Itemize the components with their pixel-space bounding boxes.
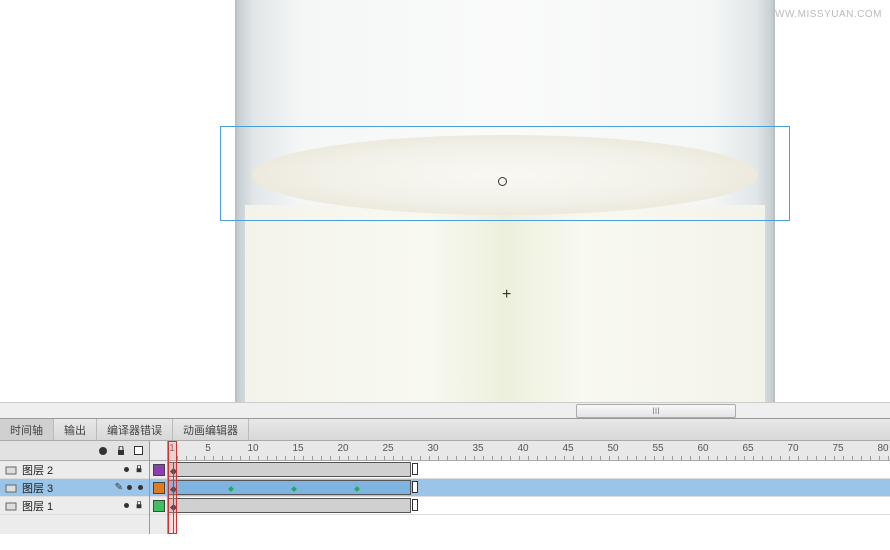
ruler-tick: 50: [607, 443, 618, 454]
tab-label: 动画编辑器: [183, 422, 238, 438]
frame-span[interactable]: [168, 462, 411, 477]
layer-row[interactable]: 图层 1: [0, 497, 149, 515]
layer-controls: [127, 485, 149, 490]
liquid-fill: [245, 205, 765, 418]
ruler-tick: 20: [337, 443, 348, 454]
tab-compiler-errors[interactable]: 编译器错误: [97, 419, 173, 440]
keyframe[interactable]: [170, 504, 177, 511]
panel-tab-bar: 时间轴 输出 编译器错误 动画编辑器: [0, 419, 890, 441]
ruler-tick: 25: [382, 443, 393, 454]
visibility-header-icon[interactable]: [98, 446, 108, 456]
tab-label: 编译器错误: [107, 422, 162, 438]
visibility-toggle[interactable]: [124, 467, 129, 472]
keyframe[interactable]: [170, 486, 177, 493]
transform-center-icon[interactable]: [498, 177, 507, 186]
layer-name: 图层 2: [22, 462, 120, 478]
ruler-tick: 70: [787, 443, 798, 454]
layer-row[interactable]: 图层 2: [0, 461, 149, 479]
lock-toggle[interactable]: [135, 501, 143, 511]
layer-color-swatch[interactable]: [150, 479, 167, 497]
ruler-tick: 15: [292, 443, 303, 454]
ruler-tick: 10: [247, 443, 258, 454]
layer-track[interactable]: [168, 461, 890, 479]
layer-controls: [124, 501, 149, 511]
tab-label: 时间轴: [10, 422, 43, 438]
ruler-tick: 35: [472, 443, 483, 454]
scrollbar-thumb[interactable]: III: [576, 404, 736, 418]
layer-name: 图层 3: [22, 480, 111, 496]
lock-header-icon[interactable]: [116, 446, 126, 456]
frame-span[interactable]: [168, 498, 411, 513]
registration-point-icon[interactable]: +: [502, 287, 511, 303]
ruler-tick: 1: [169, 443, 175, 454]
ruler-tick: 80: [877, 443, 888, 454]
layer-swatch-column: [150, 441, 168, 534]
layer-name: 图层 1: [22, 498, 120, 514]
layer-row[interactable]: 图层 3 ✎: [0, 479, 149, 497]
property-keyframe[interactable]: [291, 486, 297, 492]
property-keyframe[interactable]: [354, 486, 360, 492]
end-frame-marker[interactable]: [412, 499, 418, 511]
watermark-url: WWW.MISSYUAN.COM: [765, 9, 882, 20]
glass-shape: [235, 0, 775, 418]
canvas-area[interactable]: 思缘设计论坛 WWW.MISSYUAN.COM + III: [0, 0, 890, 418]
ruler-tick: 65: [742, 443, 753, 454]
layer-column-header: [0, 441, 149, 461]
liquid-surface-ellipse[interactable]: [252, 135, 758, 215]
ruler-tick: 75: [832, 443, 843, 454]
property-keyframe[interactable]: [228, 486, 234, 492]
layer-column: 图层 2 图层 3 ✎: [0, 441, 150, 534]
keyframe[interactable]: [170, 468, 177, 475]
outline-header-icon[interactable]: [134, 446, 143, 455]
ruler-tick: 60: [697, 443, 708, 454]
layer-track[interactable]: [168, 479, 890, 497]
ruler-tick: 30: [427, 443, 438, 454]
end-frame-marker[interactable]: [412, 481, 418, 493]
visibility-toggle[interactable]: [124, 503, 129, 508]
lock-toggle[interactable]: [135, 465, 143, 475]
scrollbar-grip-icon: III: [652, 406, 660, 416]
timeline-body: 图层 2 图层 3 ✎: [0, 441, 890, 534]
ruler-tick: 55: [652, 443, 663, 454]
layer-color-swatch[interactable]: [150, 497, 167, 515]
timeline-panel: 时间轴 输出 编译器错误 动画编辑器 图层 2: [0, 418, 890, 534]
tab-timeline[interactable]: 时间轴: [0, 419, 54, 440]
layer-type-icon: [4, 499, 18, 513]
layer-type-icon: [4, 463, 18, 477]
tab-output[interactable]: 输出: [54, 419, 97, 440]
layer-track[interactable]: [168, 497, 890, 515]
horizontal-scrollbar[interactable]: III: [0, 402, 890, 418]
editing-pencil-icon: ✎: [115, 482, 123, 493]
end-frame-marker[interactable]: [412, 463, 418, 475]
frames-area[interactable]: 15101520253035404550556065707580859095: [168, 441, 890, 534]
tab-motion-editor[interactable]: 动画编辑器: [173, 419, 249, 440]
layer-controls: [124, 465, 149, 475]
swatch-header: [150, 441, 167, 461]
layer-type-icon: [4, 481, 18, 495]
ruler-tick: 5: [205, 443, 211, 454]
lock-toggle[interactable]: [138, 485, 143, 490]
layer-color-swatch[interactable]: [150, 461, 167, 479]
tab-label: 输出: [64, 422, 86, 438]
frame-ruler[interactable]: 15101520253035404550556065707580859095: [168, 441, 890, 461]
ruler-tick: 45: [562, 443, 573, 454]
ruler-tick: 40: [517, 443, 528, 454]
visibility-toggle[interactable]: [127, 485, 132, 490]
tween-span[interactable]: [168, 480, 411, 495]
